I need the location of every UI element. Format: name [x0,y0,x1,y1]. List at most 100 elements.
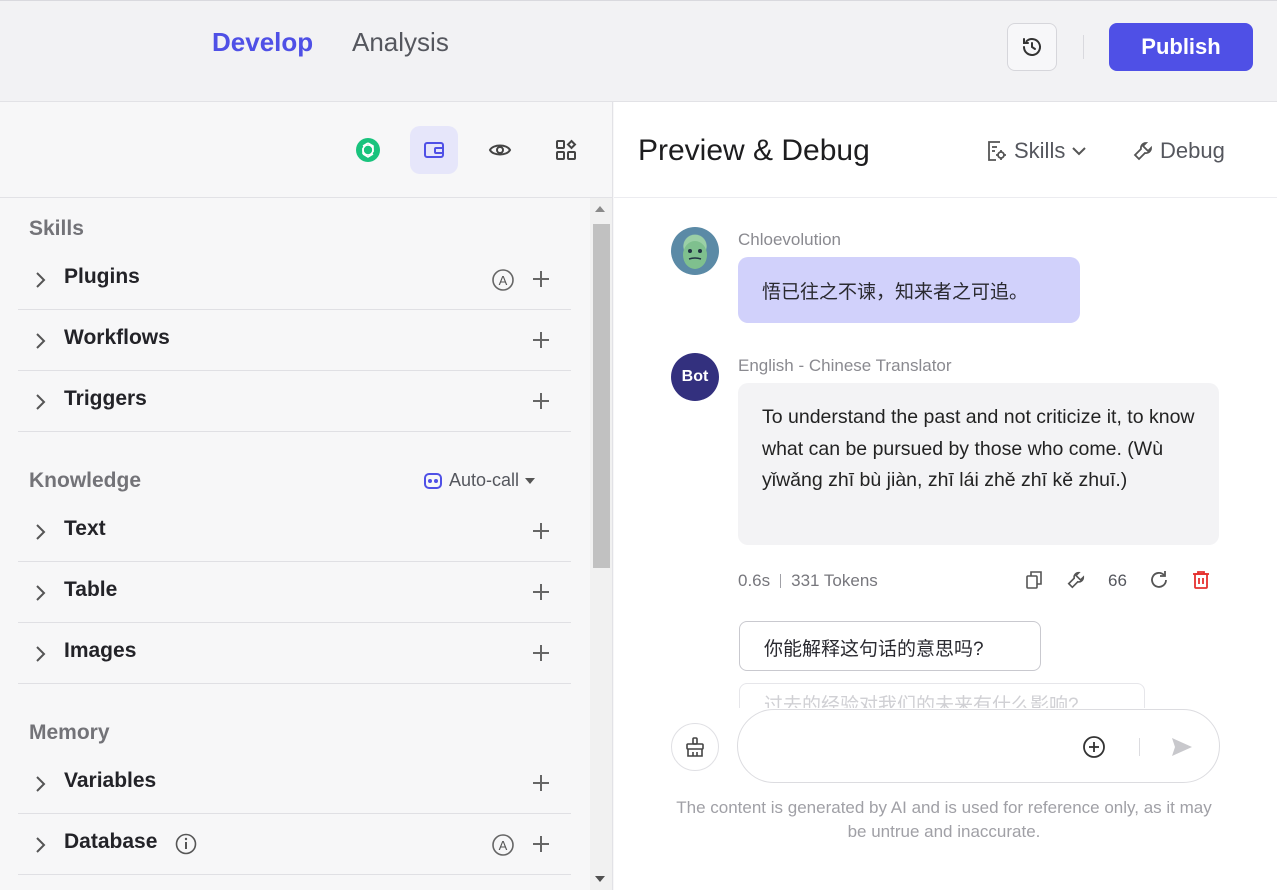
clear-history-button[interactable] [671,723,719,771]
row-label: Variables [64,769,157,792]
chevron-right-icon[interactable] [34,523,46,541]
send-icon[interactable] [1170,735,1194,759]
skills-settings-icon [988,141,1006,161]
chevron-right-icon[interactable] [34,584,46,602]
message-input-box[interactable] [737,709,1220,783]
user-name: Chloevolution [738,230,842,249]
add-trigger-icon[interactable] [532,392,550,410]
config-list: Skills Plugins A Workflows Triggers Know… [0,198,590,890]
skills-dropdown[interactable]: Skills [984,138,1087,164]
left-config-panel: Skills Plugins A Workflows Triggers Know… [0,102,613,890]
row-label: Plugins [64,265,140,288]
apps-grid-icon [556,139,577,160]
publish-button[interactable]: Publish [1109,23,1253,71]
quote-button[interactable]: 66 [1108,571,1127,591]
chevron-right-icon[interactable] [34,393,46,411]
add-plugin-icon[interactable] [532,270,550,288]
row-label: Table [64,578,118,601]
user-message: 悟已往之不谏，知来者之可追。 [738,257,1080,323]
row-plugins[interactable]: Plugins A [18,249,571,310]
suggested-question[interactable]: 你能解释这句话的意思吗? [739,621,1041,671]
row-triggers[interactable]: Triggers [18,371,571,432]
section-title-knowledge: Knowledge [29,469,142,492]
add-table-icon[interactable] [532,583,550,601]
caret-down-icon [525,477,536,484]
input-divider [1139,738,1140,756]
regenerate-icon[interactable] [1149,570,1169,590]
divider [1083,35,1084,59]
bot-name: English - Chinese Translator [738,356,952,375]
meta-divider [780,574,782,588]
chevron-right-icon[interactable] [34,645,46,663]
row-table[interactable]: Table [18,562,571,623]
user-avatar[interactable] [671,227,719,275]
delete-icon[interactable] [1191,570,1211,590]
scroll-down-arrow[interactable] [595,876,605,882]
add-variable-icon[interactable] [532,774,550,792]
add-images-icon[interactable] [532,644,550,662]
openai-model-icon [356,138,380,162]
skills-dropdown-label: Skills [1014,138,1066,163]
section-title-memory: Memory [29,721,110,744]
scroll-up-arrow[interactable] [595,206,605,212]
auto-mode-icon[interactable]: A [491,833,515,857]
wallet-button[interactable] [410,126,458,174]
wallet-icon [424,142,444,158]
model-button[interactable] [344,126,392,174]
svg-text:A: A [499,838,508,853]
apps-button[interactable] [542,126,590,174]
info-icon[interactable] [175,833,197,855]
row-workflows[interactable]: Workflows [18,310,571,371]
preview-eye-button[interactable] [476,126,524,174]
scrollbar[interactable] [590,198,612,890]
scroll-thumb[interactable] [593,224,610,568]
section-title-skills: Skills [29,217,84,240]
token-count: 331 Tokens [791,571,878,590]
add-attachment-icon[interactable] [1082,735,1106,759]
wrench-icon [1133,142,1152,161]
chevron-down-icon [1072,147,1087,156]
row-variables[interactable]: Variables [18,753,571,814]
chevron-right-icon[interactable] [34,836,46,854]
tab-analysis[interactable]: Analysis [352,27,449,58]
history-button[interactable] [1007,23,1057,71]
row-label: Triggers [64,387,147,410]
broom-icon [686,737,704,757]
row-text[interactable]: Text [18,501,571,562]
message-meta: 0.6s 331 Tokens [738,571,878,591]
row-images[interactable]: Images [18,623,571,684]
row-label: Images [64,639,137,662]
message-input[interactable] [762,730,1062,762]
svg-text:A: A [499,273,508,288]
chevron-right-icon[interactable] [34,332,46,350]
add-text-icon[interactable] [532,522,550,540]
top-bar: Develop Analysis Publish [0,0,1277,102]
debug-label: Debug [1160,138,1225,163]
debug-button[interactable]: Debug [1132,138,1225,164]
row-label: Database [64,830,158,853]
debug-wrench-icon[interactable] [1066,570,1086,590]
history-icon [1023,38,1041,56]
row-label: Text [64,517,106,540]
avatar-face-icon [683,241,707,269]
auto-mode-icon[interactable]: A [491,268,515,292]
robot-icon [424,472,442,489]
autocall-dropdown[interactable]: Auto-call [423,470,536,491]
left-toolbar [0,102,613,198]
chevron-right-icon[interactable] [34,775,46,793]
row-database[interactable]: Database A [18,814,571,875]
row-label: Workflows [64,326,170,349]
add-database-icon[interactable] [532,835,550,853]
copy-icon[interactable] [1024,570,1044,590]
add-workflow-icon[interactable] [532,331,550,349]
page-title: Preview & Debug [638,134,870,167]
preview-debug-panel: Preview & Debug Skills Debug Chloevoluti… [614,102,1277,890]
bot-avatar[interactable]: Bot [671,353,719,401]
chevron-right-icon[interactable] [34,271,46,289]
tab-develop[interactable]: Develop [212,27,313,58]
eye-icon [488,144,512,156]
autocall-label: Auto-call [449,470,520,490]
response-time: 0.6s [738,571,771,590]
preview-header: Preview & Debug Skills Debug [614,102,1277,198]
bot-message: To understand the past and not criticize… [738,383,1219,545]
